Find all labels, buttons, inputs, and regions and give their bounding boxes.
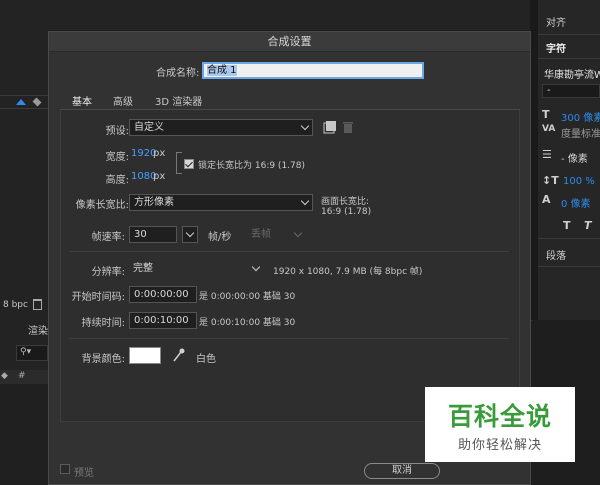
baseline-shift-icon: A (542, 193, 551, 206)
drop-frame-select[interactable]: 丢帧 (251, 226, 307, 243)
height-unit: px (153, 171, 166, 182)
panel-divider (0, 95, 48, 96)
drop-frame-value: 丢帧 (251, 229, 271, 240)
preview-checkbox[interactable] (60, 464, 70, 474)
composition-name-input[interactable]: 合成 1 (202, 62, 424, 79)
render-queue-tab[interactable]: 渲染 (28, 322, 48, 337)
frame-rate-value: 30 (134, 229, 147, 240)
basic-settings-panel: 预设: 自定义 宽度: 1920 px 锁定长宽比为 16:9 (1.78) 高… (60, 110, 520, 422)
frame-aspect-label: 画面长宽比: (321, 197, 370, 207)
pixel-aspect-select[interactable]: 方形像素 (129, 194, 313, 211)
tab-3d-renderer[interactable]: 3D 渲染器 (155, 93, 202, 108)
chevron-down-icon (300, 121, 310, 131)
watermark-logo: 百科全说 助你轻松解决 (425, 387, 575, 462)
background-color-label: 背景颜色: (81, 354, 125, 365)
panel-divider (0, 108, 48, 109)
frame-rate-label: 帧速率: (91, 232, 125, 243)
duration-input[interactable]: 0:00:10:00 (129, 312, 197, 329)
start-timecode-input[interactable]: 0:00:00:00 (129, 286, 197, 303)
trash-icon[interactable] (33, 299, 42, 310)
layer-header-row: ◆ # (0, 370, 48, 384)
duration-label: 持续时间: (81, 318, 125, 329)
resolution-select[interactable]: 完整 (129, 261, 263, 278)
panel-divider (538, 266, 600, 267)
resolution-info: 1920 x 1080, 7.9 MB (每 8bpc 帧) (273, 267, 423, 277)
paragraph-tab[interactable]: 段落 (546, 247, 566, 262)
cancel-button[interactable]: 取消 (364, 463, 440, 479)
preset-select[interactable]: 自定义 (129, 119, 313, 136)
start-timecode-value: 0:00:00:00 (134, 289, 189, 300)
chevron-down-icon (251, 262, 261, 272)
font-family-select[interactable]: 华康勘亭流W (544, 66, 600, 81)
panel-divider (538, 58, 600, 59)
duration-value: 0:00:10:00 (134, 315, 189, 326)
eyedropper-icon[interactable] (171, 347, 185, 363)
leading-icon: ☰ (542, 148, 552, 161)
composition-name-label: 合成名称: (156, 68, 200, 79)
section-divider (69, 251, 509, 252)
background-color-swatch[interactable] (129, 347, 161, 364)
character-tab[interactable]: 字符 (546, 40, 566, 55)
vertical-scale-icon: ↕T (542, 174, 559, 187)
search-input[interactable]: ⚲▾ (16, 345, 48, 361)
pixel-aspect-value: 方形像素 (134, 197, 174, 208)
watermark-subtitle: 助你轻松解决 (457, 438, 542, 453)
faux-italic-icon[interactable]: T (584, 219, 592, 232)
width-unit: px (153, 148, 166, 159)
pixel-aspect-label: 像素长宽比: (75, 200, 129, 211)
font-style-select[interactable]: - (542, 84, 600, 98)
kerning-icon: VA (542, 124, 556, 134)
preset-label: 预设: (105, 126, 129, 137)
timeline-panel (0, 384, 48, 485)
width-label: 宽度: (105, 152, 129, 163)
leading-value[interactable]: - 像素 (561, 150, 588, 165)
search-icon: ⚲▾ (20, 347, 32, 357)
faux-bold-icon[interactable]: T (563, 219, 571, 232)
vertical-scale-value[interactable]: 100 % (563, 176, 595, 187)
preset-value: 自定义 (134, 122, 164, 133)
aspect-link-bracket (176, 152, 182, 174)
number-column-icon: # (18, 371, 26, 381)
start-timecode-label: 开始时间码: (71, 292, 125, 303)
save-preset-icon[interactable] (323, 120, 337, 134)
watermark-title: 百科全说 (447, 402, 552, 431)
duration-info: 是 0:00:10:00 基础 30 (199, 318, 296, 328)
delete-preset-icon[interactable] (341, 120, 355, 134)
start-timecode-info: 是 0:00:00:00 基础 30 (199, 292, 296, 302)
font-size-icon: T (542, 108, 550, 121)
sort-ascending-icon[interactable] (16, 99, 26, 105)
lock-aspect-label: 锁定长宽比为 16:9 (1.78) (198, 161, 305, 171)
resolution-value: 完整 (133, 263, 153, 274)
bit-depth-label[interactable]: 8 bpc (3, 300, 28, 310)
composition-name-value: 合成 1 (207, 65, 237, 76)
baseline-shift-value[interactable]: 0 像素 (561, 195, 591, 210)
preview-label: 预览 (74, 468, 94, 479)
frame-rate-input[interactable]: 30 (129, 226, 177, 243)
height-label: 高度: (105, 175, 129, 186)
align-tab[interactable]: 对齐 (546, 14, 566, 29)
lock-aspect-checkbox[interactable] (184, 159, 194, 169)
section-divider (69, 338, 509, 339)
dialog-title[interactable]: 合成设置 (49, 32, 530, 52)
chevron-down-icon (300, 196, 310, 206)
app-top-strip (0, 0, 530, 30)
panel-divider (538, 34, 600, 35)
label-icon: ◆ (1, 371, 8, 381)
tab-advanced[interactable]: 高级 (113, 93, 133, 108)
font-style-value: - (547, 85, 551, 96)
frame-rate-unit: 帧/秒 (208, 232, 232, 243)
resolution-label: 分辨率: (91, 267, 125, 278)
check-icon (185, 159, 193, 168)
frame-rate-dropdown[interactable] (182, 226, 198, 243)
font-size-value[interactable]: 300 像素 (561, 109, 600, 124)
panel-divider (538, 238, 600, 239)
kerning-select[interactable]: 度量标准 (561, 125, 600, 140)
chevron-down-icon (293, 228, 303, 238)
frame-aspect-value: 16:9 (1.78) (321, 207, 372, 217)
chevron-down-icon (185, 228, 195, 238)
background-color-name: 白色 (196, 354, 216, 365)
